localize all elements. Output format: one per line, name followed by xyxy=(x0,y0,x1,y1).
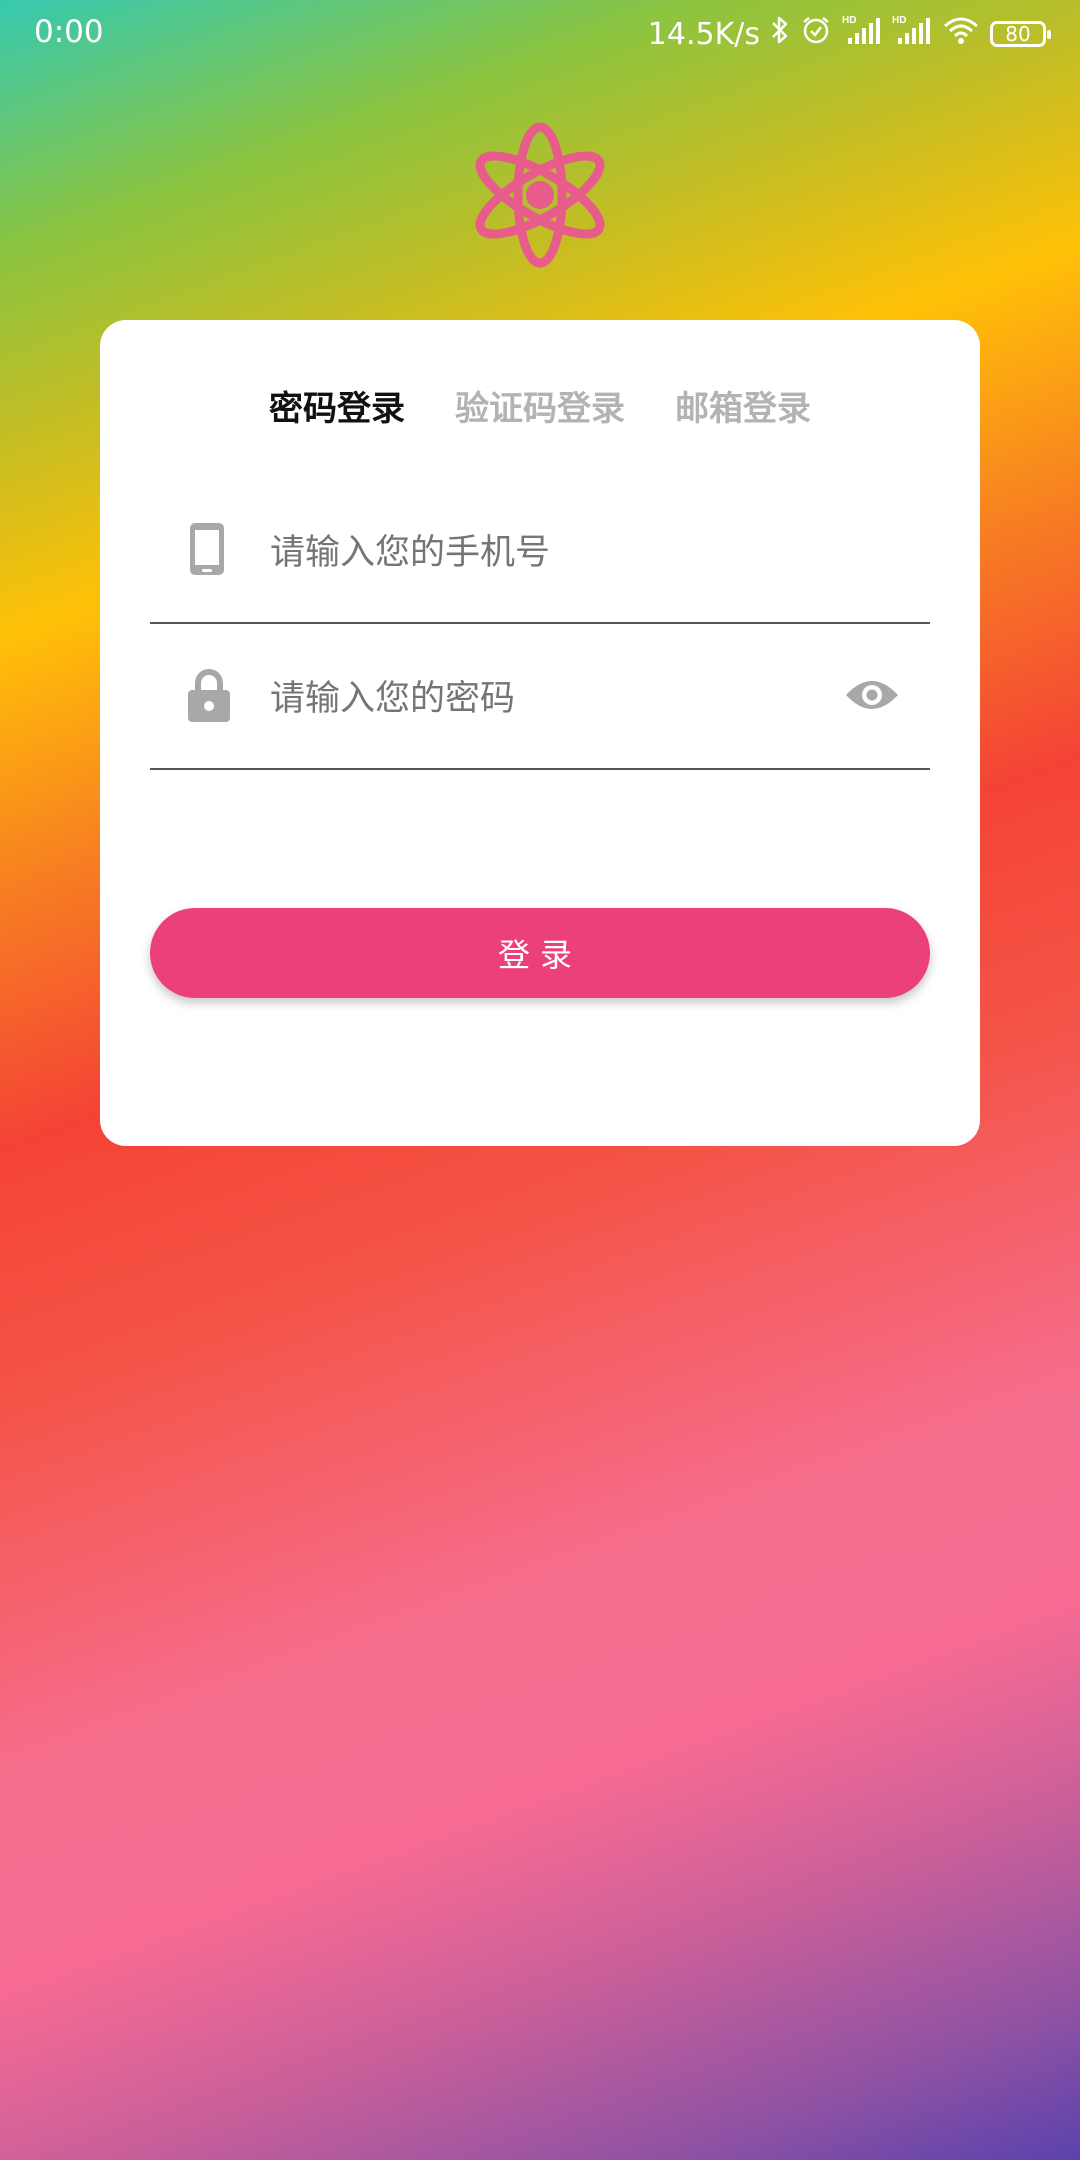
phone-icon xyxy=(188,521,226,581)
status-icons: 14.5K/s HD HD 80 xyxy=(647,14,1051,54)
tab-password-login[interactable]: 密码登录 xyxy=(269,361,405,430)
network-speed: 14.5K/s xyxy=(647,16,760,52)
login-card: 密码登录 验证码登录 邮箱登录 请输入您的手机号 登录 xyxy=(100,320,980,1146)
wifi-icon xyxy=(942,14,980,54)
lock-icon xyxy=(188,668,230,726)
phone-field xyxy=(150,480,930,624)
password-field xyxy=(150,626,930,770)
login-button[interactable]: 登录 xyxy=(150,908,930,998)
status-time: 0:00 xyxy=(34,14,104,50)
svg-text:HD: HD xyxy=(892,15,906,26)
alarm-icon xyxy=(800,14,832,54)
battery-icon: 80 xyxy=(990,21,1051,47)
signal-hd-icon: HD xyxy=(842,14,882,54)
atom-icon xyxy=(474,120,606,270)
svg-text:HD: HD xyxy=(842,15,856,26)
battery-level: 80 xyxy=(1005,22,1031,46)
bluetooth-icon xyxy=(770,14,790,54)
tab-code-login[interactable]: 验证码登录 xyxy=(455,361,625,430)
tab-email-login[interactable]: 邮箱登录 xyxy=(675,361,811,430)
eye-icon[interactable] xyxy=(844,676,900,718)
signal-hd-icon: HD xyxy=(892,14,932,54)
phone-input[interactable] xyxy=(268,520,792,586)
status-bar: 0:00 14.5K/s HD HD 80 xyxy=(0,0,1080,70)
login-tabs: 密码登录 验证码登录 邮箱登录 xyxy=(100,320,980,470)
password-input[interactable] xyxy=(268,666,792,732)
